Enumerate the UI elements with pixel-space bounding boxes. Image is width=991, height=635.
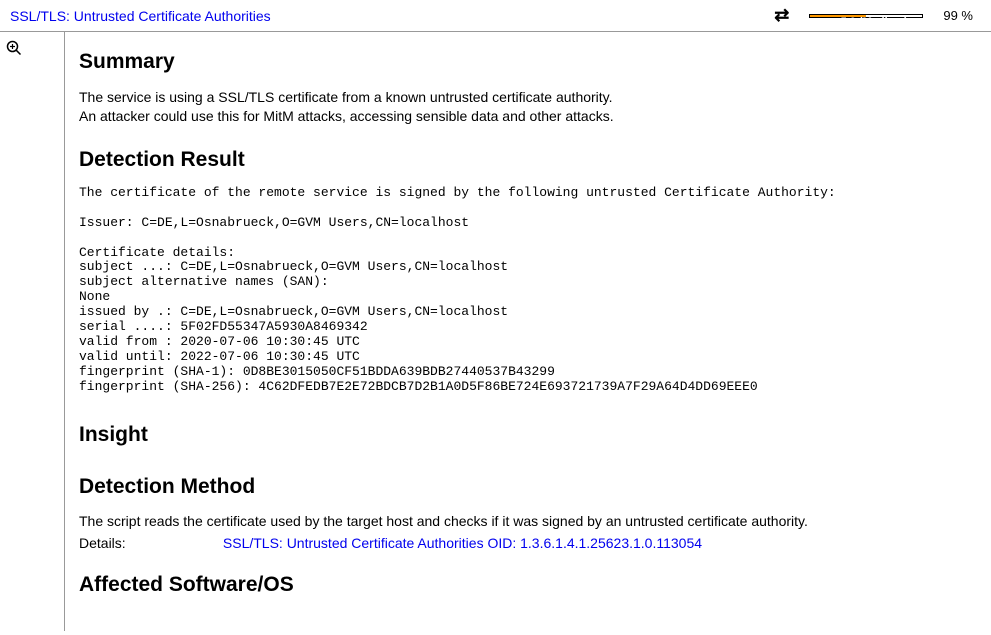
summary-line2: An attacker could use this for MitM atta…: [79, 107, 977, 126]
severity-bar: 5.0 (Medium): [809, 14, 923, 18]
header-bar: SSL/TLS: Untrusted Certificate Authoriti…: [0, 0, 991, 32]
swap-icon[interactable]: ⇄: [774, 5, 789, 26]
left-gutter: [0, 32, 65, 631]
detection-result-body: The certificate of the remote service is…: [79, 186, 977, 395]
details-oid-link[interactable]: SSL/TLS: Untrusted Certificate Authoriti…: [223, 535, 702, 551]
vulnerability-title-link[interactable]: SSL/TLS: Untrusted Certificate Authoriti…: [10, 8, 774, 24]
summary-line1: The service is using a SSL/TLS certifica…: [79, 88, 977, 107]
body-wrapper: Summary The service is using a SSL/TLS c…: [0, 32, 991, 631]
zoom-in-icon[interactable]: [6, 43, 22, 60]
affected-software-heading: Affected Software/OS: [79, 573, 977, 597]
details-label: Details:: [79, 535, 219, 551]
insight-heading: Insight: [79, 423, 977, 447]
content-area: Summary The service is using a SSL/TLS c…: [65, 32, 991, 631]
severity-label: 5.0 (Medium): [810, 16, 938, 28]
header-right: ⇄ 5.0 (Medium) 99 %: [774, 5, 981, 26]
summary-heading: Summary: [79, 50, 977, 74]
details-row: Details: SSL/TLS: Untrusted Certificate …: [79, 535, 977, 551]
detection-result-heading: Detection Result: [79, 148, 977, 172]
qod-percent: 99 %: [943, 8, 981, 23]
detection-method-text: The script reads the certificate used by…: [79, 513, 977, 529]
detection-method-heading: Detection Method: [79, 475, 977, 499]
summary-text: The service is using a SSL/TLS certifica…: [79, 88, 977, 126]
